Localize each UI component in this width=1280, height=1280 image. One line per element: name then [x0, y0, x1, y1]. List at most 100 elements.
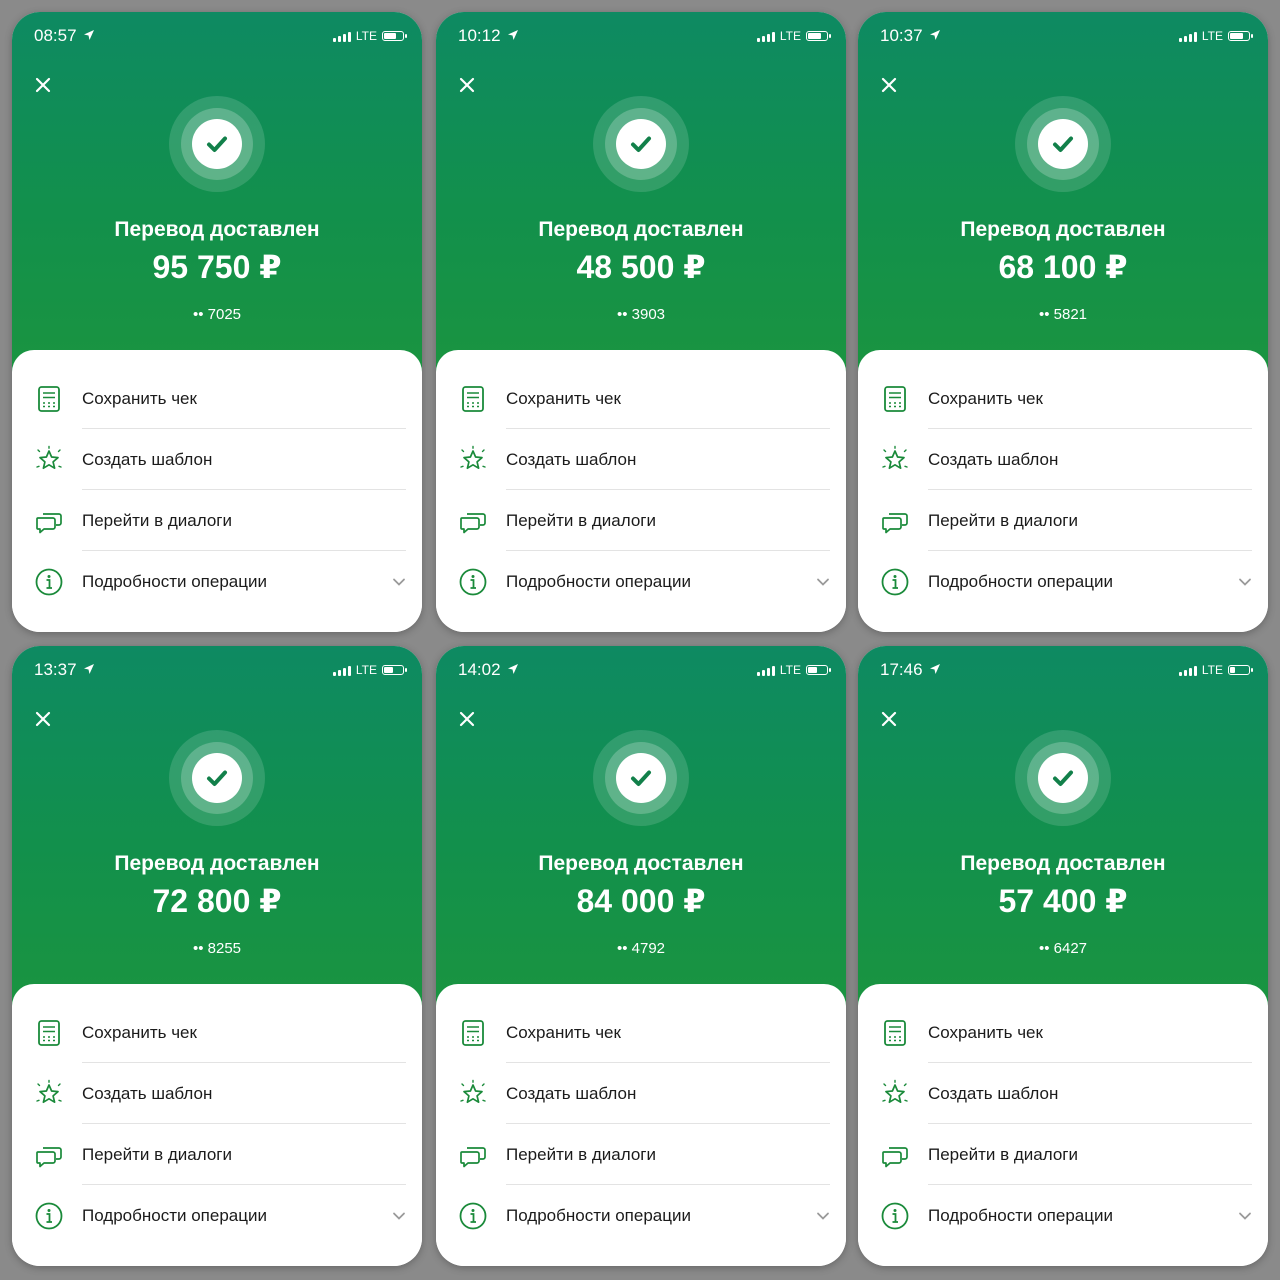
status-time-group: 17:46 — [880, 660, 941, 680]
create-template-label: Создать шаблон — [82, 450, 213, 469]
operation-details-button[interactable]: Подробности операции — [436, 1185, 846, 1246]
success-badge — [1015, 730, 1111, 826]
battery-icon — [382, 665, 407, 675]
screenshot-collage: 08:57 LTE Перевод доставлен 95 750 ₽ •• 7025… — [0, 0, 1280, 1280]
save-receipt-icon — [34, 384, 64, 414]
chevron-down-icon[interactable] — [1238, 575, 1252, 587]
actions-sheet: Сохранить чек Создать шаблон Перейти в диа… — [858, 350, 1268, 632]
chevron-down-icon[interactable] — [816, 1209, 830, 1221]
network-type: LTE — [1201, 663, 1223, 677]
go-to-dialogs-button[interactable]: Перейти в диалоги — [858, 490, 1268, 551]
status-title: Перевод доставлен — [538, 218, 744, 241]
battery-icon — [1228, 31, 1253, 41]
location-arrow-icon — [83, 26, 95, 46]
system-indicators: LTE — [332, 29, 407, 43]
go-to-dialogs-label: Перейти в диалоги — [928, 511, 1078, 530]
status-time: 10:37 — [880, 26, 923, 45]
status-time-group: 14:02 — [458, 660, 519, 680]
operation-details-button[interactable]: Подробности операции — [436, 551, 846, 612]
status-title: Перевод доставлен — [114, 218, 320, 241]
save-receipt-label: Сохранить чек — [82, 1023, 197, 1042]
success-badge — [593, 96, 689, 192]
save-receipt-button[interactable]: Сохранить чек — [436, 1002, 846, 1063]
transfer-amount: 95 750 ₽ — [152, 249, 282, 285]
status-time: 13:37 — [34, 660, 77, 679]
signal-icon — [756, 31, 775, 42]
location-arrow-icon — [83, 660, 95, 680]
close-icon[interactable] — [878, 74, 900, 96]
battery-icon — [806, 665, 831, 675]
transfer-success-screen: 17:46 LTE Перевод доставлен 57 400 ₽ •• 6427… — [858, 646, 1268, 1266]
card-number: •• 8255 — [192, 940, 242, 957]
signal-icon — [1178, 665, 1197, 676]
operation-details-button[interactable]: Подробности операции — [858, 1185, 1268, 1246]
status-time: 17:46 — [880, 660, 923, 679]
chevron-down-icon[interactable] — [816, 575, 830, 587]
transfer-success-screen: 14:02 LTE Перевод доставлен 84 000 ₽ •• 4792… — [436, 646, 846, 1266]
create-template-button[interactable]: Создать шаблон — [12, 1063, 422, 1124]
create-template-button[interactable]: Создать шаблон — [858, 1063, 1268, 1124]
create-template-button[interactable]: Создать шаблон — [436, 1063, 846, 1124]
create-template-label: Создать шаблон — [928, 450, 1059, 469]
network-type: LTE — [779, 663, 801, 677]
close-icon[interactable] — [878, 708, 900, 730]
status-title: Перевод доставлен — [960, 218, 1166, 241]
transfer-success-screen: 13:37 LTE Перевод доставлен 72 800 ₽ •• 8255… — [12, 646, 422, 1266]
checkmark-icon — [192, 753, 242, 803]
checkmark-icon — [1038, 753, 1088, 803]
close-icon[interactable] — [456, 74, 478, 96]
operation-details-button[interactable]: Подробности операции — [12, 1185, 422, 1246]
success-badge — [1015, 96, 1111, 192]
location-arrow-icon — [929, 26, 941, 46]
success-badge — [593, 730, 689, 826]
status-bar: 10:12 LTE — [458, 26, 831, 46]
go-to-dialogs-button[interactable]: Перейти в диалоги — [436, 1124, 846, 1185]
transfer-amount: 72 800 ₽ — [152, 883, 282, 919]
save-receipt-button[interactable]: Сохранить чек — [858, 368, 1268, 429]
go-to-dialogs-button[interactable]: Перейти в диалоги — [858, 1124, 1268, 1185]
save-receipt-button[interactable]: Сохранить чек — [12, 368, 422, 429]
go-to-dialogs-label: Перейти в диалоги — [82, 511, 232, 530]
operation-details-button[interactable]: Подробности операции — [858, 551, 1268, 612]
create-template-icon — [880, 445, 910, 475]
success-header: 08:57 LTE Перевод доставлен 95 750 ₽ •• 7025 — [12, 12, 422, 372]
operation-details-label: Подробности операции — [82, 572, 267, 591]
create-template-button[interactable]: Создать шаблон — [12, 429, 422, 490]
go-to-dialogs-button[interactable]: Перейти в диалоги — [436, 490, 846, 551]
save-receipt-icon — [880, 384, 910, 414]
save-receipt-icon — [458, 1018, 488, 1048]
card-number: •• 4792 — [616, 940, 666, 957]
go-to-dialogs-icon — [880, 506, 910, 536]
signal-icon — [332, 31, 351, 42]
create-template-icon — [34, 445, 64, 475]
save-receipt-button[interactable]: Сохранить чек — [436, 368, 846, 429]
close-icon[interactable] — [32, 708, 54, 730]
go-to-dialogs-button[interactable]: Перейти в диалоги — [12, 490, 422, 551]
go-to-dialogs-label: Перейти в диалоги — [506, 1145, 656, 1164]
close-icon[interactable] — [32, 74, 54, 96]
save-receipt-button[interactable]: Сохранить чек — [12, 1002, 422, 1063]
chevron-down-icon[interactable] — [392, 575, 406, 587]
signal-icon — [756, 665, 775, 676]
chevron-down-icon[interactable] — [1238, 1209, 1252, 1221]
save-receipt-label: Сохранить чек — [506, 1023, 621, 1042]
operation-details-icon — [458, 567, 488, 597]
create-template-button[interactable]: Создать шаблон — [436, 429, 846, 490]
save-receipt-button[interactable]: Сохранить чек — [858, 1002, 1268, 1063]
go-to-dialogs-button[interactable]: Перейти в диалоги — [12, 1124, 422, 1185]
checkmark-icon — [616, 119, 666, 169]
create-template-label: Создать шаблон — [506, 450, 637, 469]
status-bar: 08:57 LTE — [34, 26, 407, 46]
operation-details-icon — [880, 1201, 910, 1231]
success-badge — [169, 96, 265, 192]
chevron-down-icon[interactable] — [392, 1209, 406, 1221]
create-template-button[interactable]: Создать шаблон — [858, 429, 1268, 490]
operation-details-button[interactable]: Подробности операции — [12, 551, 422, 612]
status-title: Перевод доставлен — [538, 852, 744, 875]
status-time: 10:12 — [458, 26, 501, 45]
operation-details-label: Подробности операции — [506, 1206, 691, 1225]
create-template-icon — [34, 1079, 64, 1109]
status-time: 14:02 — [458, 660, 501, 679]
go-to-dialogs-icon — [880, 1140, 910, 1170]
close-icon[interactable] — [456, 708, 478, 730]
